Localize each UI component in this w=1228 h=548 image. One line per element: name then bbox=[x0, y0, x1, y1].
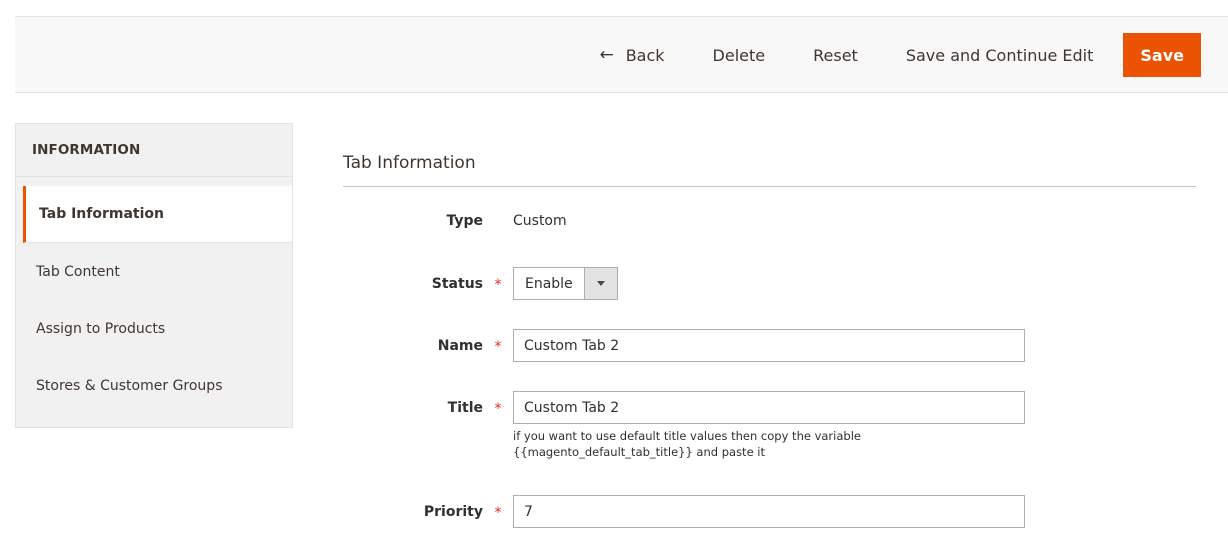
page-actions-bar: ← Back Delete Reset Save and Continue Ed… bbox=[15, 16, 1228, 93]
required-marker: * bbox=[494, 505, 502, 521]
sidebar-item-stores-customer-groups[interactable]: Stores & Customer Groups bbox=[16, 357, 292, 414]
type-label: Type bbox=[446, 213, 483, 229]
title-control: if you want to use default title values … bbox=[513, 391, 1033, 460]
main-content: Tab Information Type Custom Status * Ena… bbox=[343, 140, 1196, 528]
field-status: Status * Enable bbox=[343, 267, 1196, 300]
title-input[interactable] bbox=[513, 391, 1025, 424]
required-marker: * bbox=[494, 277, 502, 293]
back-button[interactable]: ← Back bbox=[575, 33, 688, 77]
sidebar-item-label: Stores & Customer Groups bbox=[36, 377, 223, 394]
required-marker: * bbox=[494, 339, 502, 355]
title-label: Title bbox=[447, 400, 483, 416]
sidebar-item-tab-information[interactable]: Tab Information bbox=[23, 186, 292, 243]
title-note: if you want to use default title values … bbox=[513, 429, 861, 459]
sidebar-item-label: Assign to Products bbox=[36, 320, 166, 337]
chevron-down-icon[interactable] bbox=[584, 268, 617, 299]
field-title: Title * if you want to use default title… bbox=[343, 391, 1196, 460]
field-priority: Priority * bbox=[343, 495, 1196, 528]
status-label: Status bbox=[431, 276, 483, 292]
back-label: Back bbox=[625, 45, 665, 65]
sidebar-item-tab-content[interactable]: Tab Content bbox=[16, 243, 292, 300]
sidebar-item-label: Tab Content bbox=[36, 263, 120, 280]
field-type: Type Custom bbox=[343, 204, 1196, 229]
reset-button[interactable]: Reset bbox=[789, 33, 882, 77]
priority-label: Priority bbox=[423, 504, 483, 520]
arrow-left-icon: ← bbox=[599, 45, 614, 65]
field-name: Name * bbox=[343, 329, 1196, 362]
save-and-continue-button[interactable]: Save and Continue Edit bbox=[882, 33, 1118, 77]
sidebar-item-assign-to-products[interactable]: Assign to Products bbox=[16, 300, 292, 357]
status-select[interactable]: Enable bbox=[513, 267, 618, 300]
section-title: Tab Information bbox=[343, 140, 1196, 187]
name-label: Name bbox=[437, 338, 483, 354]
sidebar: INFORMATION Tab Information Tab Content … bbox=[15, 123, 293, 428]
sidebar-item-label: Tab Information bbox=[39, 206, 164, 222]
sidebar-title: INFORMATION bbox=[16, 124, 292, 177]
action-buttons: ← Back Delete Reset Save and Continue Ed… bbox=[575, 33, 1201, 77]
delete-button[interactable]: Delete bbox=[689, 33, 790, 77]
save-button[interactable]: Save bbox=[1123, 33, 1201, 77]
required-marker: * bbox=[494, 401, 502, 417]
sidebar-items: Tab Information Tab Content Assign to Pr… bbox=[16, 186, 292, 414]
name-input[interactable] bbox=[513, 329, 1025, 362]
priority-input[interactable] bbox=[513, 495, 1025, 528]
type-value: Custom bbox=[513, 213, 567, 229]
status-select-value: Enable bbox=[525, 275, 573, 292]
